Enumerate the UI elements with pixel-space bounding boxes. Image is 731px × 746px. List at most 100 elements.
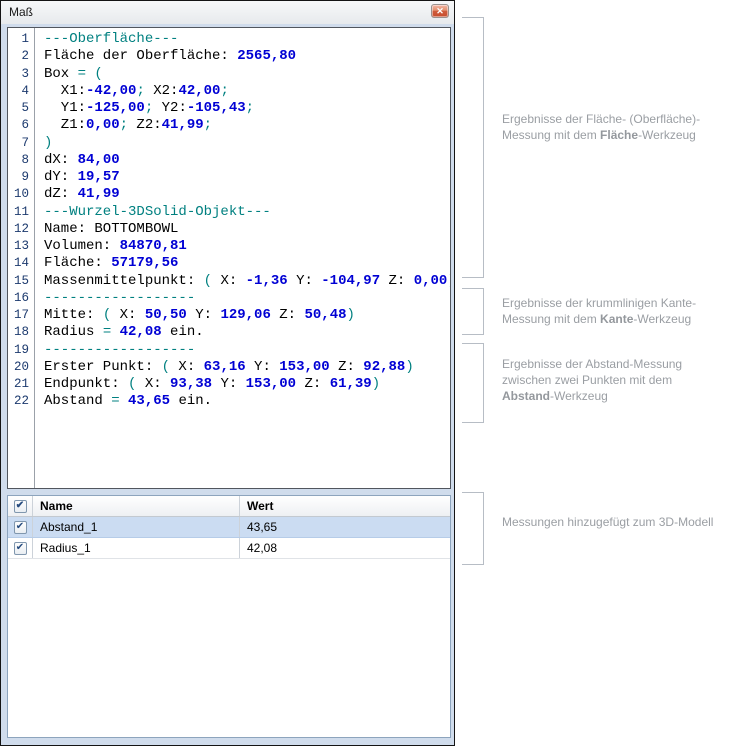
- annotation-text: -Werkzeug: [633, 312, 691, 326]
- annotation-bold-text: Kante: [600, 312, 633, 326]
- annotation-bold-text: Abstand: [502, 389, 550, 403]
- table-body: ✔Abstand_143,65✔Radius_142,08: [8, 517, 450, 559]
- editor-line-text: ---Oberfläche---: [34, 31, 178, 48]
- line-number: 16: [8, 290, 34, 307]
- annotation-text: -Werkzeug: [550, 389, 608, 403]
- annotation-text: zwischen zwei Punkten mit dem: [502, 373, 672, 387]
- editor-line: 18Radius = 42,08 ein.: [8, 324, 450, 341]
- editor-line: 21Endpunkt: ( X: 93,38 Y: 153,00 Z: 61,3…: [8, 376, 450, 393]
- bracket: [462, 17, 484, 278]
- editor-line-text: dX: 84,00: [34, 152, 120, 169]
- line-number: 4: [8, 83, 34, 100]
- line-number: 12: [8, 221, 34, 238]
- editor-line: 16------------------: [8, 290, 450, 307]
- editor-line-text: Y1:-125,00; Y2:-105,43;: [34, 100, 254, 117]
- editor-line-text: Abstand = 43,65 ein.: [34, 393, 212, 410]
- row-checkbox-cell: ✔: [8, 538, 33, 558]
- editor-line: 17Mitte: ( X: 50,50 Y: 129,06 Z: 50,48): [8, 307, 450, 324]
- editor-line-text: Endpunkt: ( X: 93,38 Y: 153,00 Z: 61,39): [34, 376, 380, 393]
- column-header-name[interactable]: Name: [33, 496, 240, 516]
- window-title: Maß: [9, 5, 33, 19]
- annotation-3d-modell: Messungen hinzugefügt zum 3D-Modell: [502, 514, 713, 530]
- header-checkbox[interactable]: ✔: [14, 500, 27, 513]
- editor-line-text: Name: BOTTOMBOWL: [34, 221, 178, 238]
- editor-lines: 1---Oberfläche---2Fläche der Oberfläche:…: [8, 31, 450, 411]
- editor-line-text: Z1:0,00; Z2:41,99;: [34, 117, 212, 134]
- check-icon: ✔: [16, 522, 24, 532]
- row-checkbox[interactable]: ✔: [14, 521, 27, 534]
- annotation-bold-text: Fläche: [600, 128, 638, 142]
- editor-line-text: Erster Punkt: ( X: 63,16 Y: 153,00 Z: 92…: [34, 359, 414, 376]
- row-checkbox-cell: ✔: [8, 517, 33, 537]
- editor-line: 22Abstand = 43,65 ein.: [8, 393, 450, 410]
- annotation-abstand: Ergebnisse der Abstand-Messung zwischen …: [502, 356, 682, 404]
- editor-line-text: Fläche: 57179,56: [34, 255, 178, 272]
- bracket: [462, 343, 484, 423]
- editor-line-text: Box = (: [34, 66, 103, 83]
- editor-line: 4 X1:-42,00; X2:42,00;: [8, 83, 450, 100]
- editor-line-text: ------------------: [34, 290, 195, 307]
- editor-line: 13Volumen: 84870,81: [8, 238, 450, 255]
- editor-line: 12Name: BOTTOMBOWL: [8, 221, 450, 238]
- annotation-text: Ergebnisse der Abstand-Messung: [502, 357, 682, 371]
- editor-line-text: dY: 19,57: [34, 169, 120, 186]
- editor-line: 7): [8, 135, 450, 152]
- bracket: [462, 492, 484, 565]
- annotation-text: Ergebnisse der Fläche- (Oberfläche)-: [502, 112, 700, 126]
- editor-line-text: ): [34, 135, 52, 152]
- editor-line-text: Radius = 42,08 ein.: [34, 324, 204, 341]
- line-number: 10: [8, 186, 34, 203]
- column-header-wert[interactable]: Wert: [240, 496, 450, 516]
- editor-line: 6 Z1:0,00; Z2:41,99;: [8, 117, 450, 134]
- table-row[interactable]: ✔Abstand_143,65: [8, 517, 450, 538]
- line-number: 22: [8, 393, 34, 410]
- check-icon: ✔: [16, 501, 24, 511]
- line-number: 7: [8, 135, 34, 152]
- titlebar[interactable]: Maß ✕: [1, 1, 454, 24]
- table-row[interactable]: ✔ Radius_142,08: [8, 538, 450, 559]
- line-number: 2: [8, 48, 34, 65]
- annotation-text: Messungen hinzugefügt zum 3D-Modell: [502, 515, 713, 529]
- editor-line: 11---Wurzel-3DSolid-Objekt---: [8, 204, 450, 221]
- measurement-name: Abstand_1: [33, 517, 240, 537]
- editor-line-text: X1:-42,00; X2:42,00;: [34, 83, 229, 100]
- line-number: 9: [8, 169, 34, 186]
- editor-line: 5 Y1:-125,00; Y2:-105,43;: [8, 100, 450, 117]
- line-number: 19: [8, 342, 34, 359]
- editor-line: 14Fläche: 57179,56: [8, 255, 450, 272]
- line-number: 18: [8, 324, 34, 341]
- editor-line: 2Fläche der Oberfläche: 2565,80: [8, 48, 450, 65]
- line-number: 11: [8, 204, 34, 221]
- annotation-kante: Ergebnisse der krummlinigen Kante- Messu…: [502, 295, 696, 327]
- editor-line: 10dZ: 41,99: [8, 186, 450, 203]
- annotation-flaeche: Ergebnisse der Fläche- (Oberfläche)- Mes…: [502, 111, 700, 143]
- bracket: [462, 288, 484, 335]
- annotation-text: Messung mit dem: [502, 312, 600, 326]
- measurements-table: ✔ Name Wert ✔Abstand_143,65✔Radius_142,0…: [7, 495, 451, 738]
- line-number: 1: [8, 31, 34, 48]
- measurement-name: Radius_1: [33, 538, 240, 558]
- line-number: 20: [8, 359, 34, 376]
- line-number: 3: [8, 66, 34, 83]
- editor-line-text: Mitte: ( X: 50,50 Y: 129,06 Z: 50,48): [34, 307, 355, 324]
- editor-line-text: ---Wurzel-3DSolid-Objekt---: [34, 204, 271, 221]
- line-number: 13: [8, 238, 34, 255]
- header-checkbox-cell: ✔: [8, 496, 33, 516]
- annotation-text: -Werkzeug: [638, 128, 696, 142]
- line-number: 5: [8, 100, 34, 117]
- editor-line: 15Massenmittelpunkt: ( X: -1,36 Y: -104,…: [8, 273, 450, 290]
- line-number: 6: [8, 117, 34, 134]
- editor-line: 3Box = (: [8, 66, 450, 83]
- close-icon[interactable]: ✕: [431, 4, 449, 18]
- editor-line-text: Volumen: 84870,81: [34, 238, 187, 255]
- editor-line: 20Erster Punkt: ( X: 63,16 Y: 153,00 Z: …: [8, 359, 450, 376]
- measurement-value: 42,08: [240, 538, 450, 558]
- editor-line-text: Fläche der Oberfläche: 2565,80: [34, 48, 296, 65]
- measure-output-textbox[interactable]: 1---Oberfläche---2Fläche der Oberfläche:…: [7, 27, 451, 489]
- editor-line: 8dX: 84,00: [8, 152, 450, 169]
- line-number: 14: [8, 255, 34, 272]
- row-checkbox[interactable]: ✔: [14, 542, 27, 555]
- check-icon: ✔: [16, 543, 24, 553]
- table-header-row: ✔ Name Wert: [8, 496, 450, 517]
- line-number: 17: [8, 307, 34, 324]
